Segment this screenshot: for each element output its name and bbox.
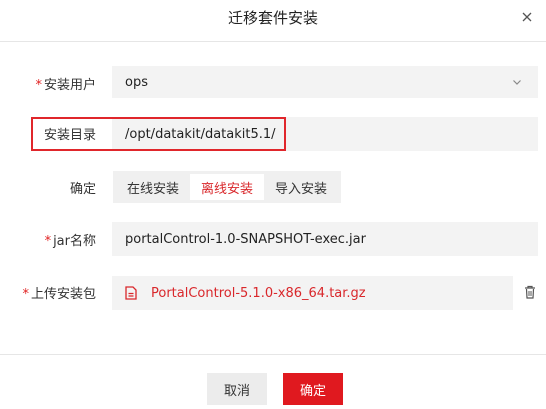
upload-package-label-text: 上传安装包 (30, 287, 96, 302)
mode-online[interactable]: 在线安装 (116, 174, 190, 200)
install-user-label: * 安装用户 (35, 74, 96, 93)
jar-name-value: portalControl-1.0-SNAPSHOT-exec.jar (125, 231, 366, 247)
dialog-header: 迁移套件安装 (0, 0, 546, 42)
install-user-value: ops (125, 74, 148, 90)
required-mark: * (35, 78, 42, 93)
required-mark: * (44, 234, 52, 249)
chevron-down-icon (513, 80, 521, 85)
dialog-footer (0, 354, 546, 409)
dialog-title: 迁移套件安装 (227, 9, 318, 27)
jar-name-input[interactable]: portalControl-1.0-SNAPSHOT-exec.jar (112, 222, 538, 256)
jar-name-label: * jar名称 (45, 230, 96, 249)
install-user-label-text: 安装用户 (43, 78, 96, 93)
install-mode-label: 确定 (69, 182, 96, 197)
close-icon[interactable] (520, 10, 534, 24)
uploaded-file-item[interactable]: PortalControl-5.1.0-x86_64.tar.gz (112, 276, 513, 310)
cancel-button[interactable]: 取消 (207, 373, 267, 405)
mode-import[interactable]: 导入安装 (264, 174, 338, 200)
highlight-box (31, 117, 286, 151)
install-mode-segmented: 在线安装 离线安装 导入安装 (113, 171, 342, 203)
install-user-select[interactable]: ops (112, 66, 538, 98)
trash-icon[interactable] (524, 285, 536, 299)
uploaded-file-name: PortalControl-5.1.0-x86_64.tar.gz (151, 285, 366, 301)
required-mark: * (22, 287, 29, 302)
jar-name-label-text: jar名称 (53, 234, 96, 249)
file-icon (125, 286, 137, 300)
upload-package-label: * 上传安装包 (22, 283, 96, 302)
mode-offline[interactable]: 离线安装 (190, 174, 265, 200)
confirm-button[interactable]: 确定 (283, 373, 343, 405)
